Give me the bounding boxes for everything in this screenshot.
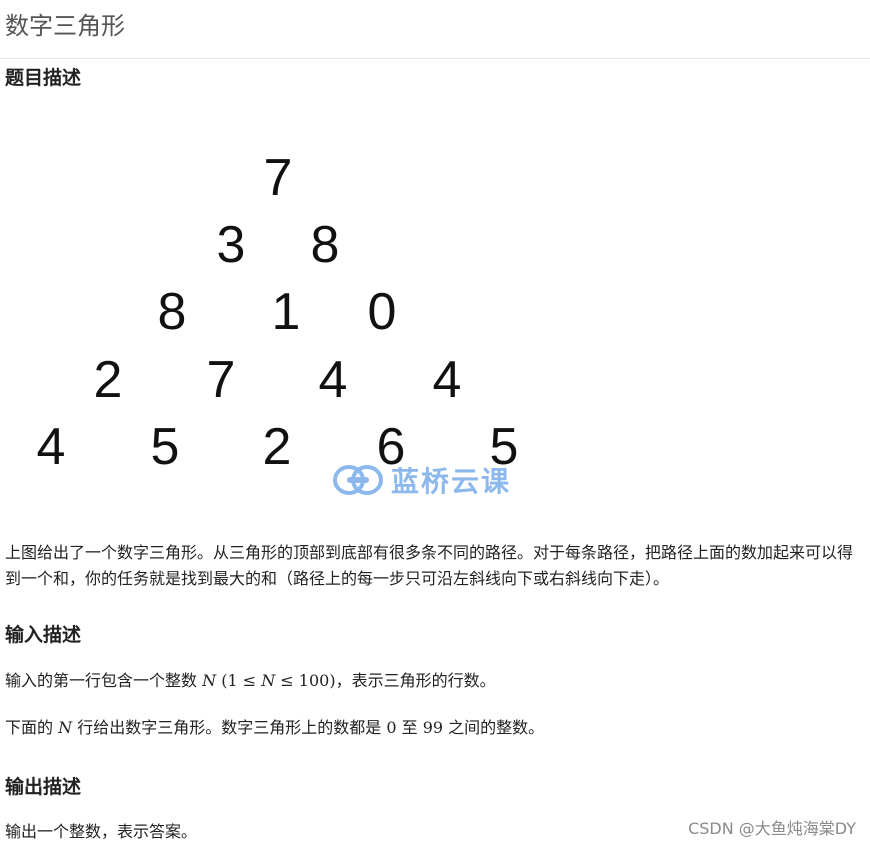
triangle-number: 8 bbox=[310, 216, 340, 274]
input-line-2-middle: 行给出数字三角形。数字三角形上的数都是 bbox=[77, 718, 382, 737]
input-line-2-to: 至 bbox=[401, 718, 418, 737]
triangle-number: 8 bbox=[157, 283, 187, 341]
csdn-credit-watermark: CSDN @大鱼炖海棠DY bbox=[688, 819, 856, 838]
triangle-number: 2 bbox=[262, 418, 292, 476]
input-line-2-text: 下面的 bbox=[5, 718, 54, 737]
math-number-low: 0 bbox=[386, 718, 397, 737]
description-heading: 题目描述 bbox=[5, 67, 82, 89]
triangle-number: 7 bbox=[263, 149, 293, 207]
math-range-open: (1 ≤ bbox=[221, 671, 262, 690]
output-heading: 输出描述 bbox=[5, 776, 82, 798]
math-variable-n: N bbox=[58, 718, 73, 737]
input-line-1-tail: ，表示三角形的行数。 bbox=[335, 671, 496, 690]
math-number-high: 99 bbox=[422, 718, 444, 737]
number-triangle-figure: 7 3 8 8 1 0 2 7 4 4 4 5 2 6 5 bbox=[0, 130, 600, 510]
input-line-2-tail: 之间的整数。 bbox=[448, 718, 545, 737]
triangle-number: 4 bbox=[318, 351, 348, 409]
triangle-number: 2 bbox=[93, 351, 123, 409]
triangle-number: 0 bbox=[367, 283, 397, 341]
cloud-logo-icon bbox=[333, 465, 383, 495]
page-title: 数字三角形 bbox=[5, 12, 125, 40]
triangle-number: 5 bbox=[150, 418, 180, 476]
triangle-number: 4 bbox=[36, 418, 66, 476]
triangle-number: 7 bbox=[206, 351, 236, 409]
input-line-2: 下面的 N 行给出数字三角形。数字三角形上的数都是 0 至 99 之间的整数。 bbox=[5, 715, 855, 741]
math-range-close: ≤ 100) bbox=[275, 671, 336, 690]
input-line-1-text: 输入的第一行包含一个整数 bbox=[5, 671, 198, 690]
watermark-text: 蓝桥云课 bbox=[391, 465, 512, 498]
input-line-1: 输入的第一行包含一个整数 N (1 ≤ N ≤ 100)，表示三角形的行数。 bbox=[5, 668, 855, 694]
description-paragraph: 上图给出了一个数字三角形。从三角形的顶部到底部有很多条不同的路径。对于每条路径，… bbox=[5, 543, 854, 588]
triangle-number: 4 bbox=[432, 351, 462, 409]
math-variable-n: N bbox=[202, 671, 217, 690]
triangle-number: 3 bbox=[216, 216, 246, 274]
math-variable-n: N bbox=[261, 671, 276, 690]
triangle-number: 1 bbox=[271, 283, 301, 341]
title-divider bbox=[0, 58, 870, 59]
lanqiao-watermark: 蓝桥云课 bbox=[333, 460, 511, 500]
input-heading: 输入描述 bbox=[5, 624, 82, 646]
